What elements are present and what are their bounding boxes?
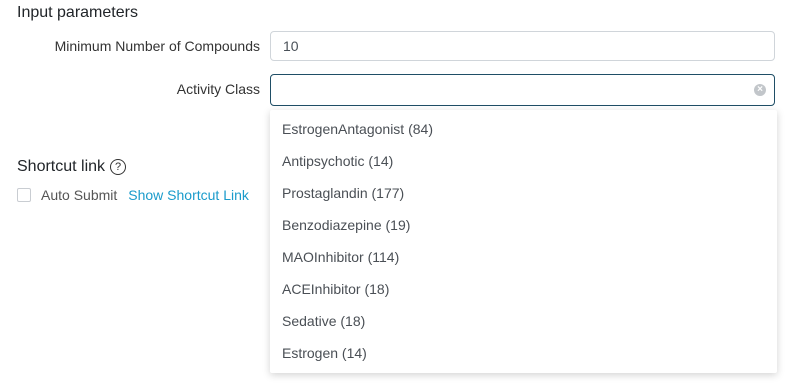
shortcut-link-heading: Shortcut link ? (17, 157, 127, 177)
dropdown-option[interactable]: EstrogenAntagonist (84) (270, 113, 777, 145)
help-icon[interactable]: ? (110, 159, 127, 175)
auto-submit-label: Auto Submit (41, 187, 118, 203)
min-compounds-input[interactable] (270, 31, 775, 61)
activity-class-dropdown: EstrogenAntagonist (84) Antipsychotic (1… (270, 110, 777, 373)
dropdown-option[interactable]: Sedative (18) (270, 305, 777, 337)
dropdown-option[interactable]: Prostaglandin (177) (270, 177, 777, 209)
page: Input parameters Minimum Number of Compo… (0, 0, 792, 388)
shortcut-link-title: Shortcut link (17, 158, 106, 175)
dropdown-option[interactable]: ACEInhibitor (18) (270, 273, 777, 305)
activity-class-label: Activity Class (176, 81, 260, 97)
dropdown-option[interactable]: Antipsychotic (14) (270, 145, 777, 177)
dropdown-option[interactable]: Benzodiazepine (19) (270, 209, 777, 241)
auto-submit-checkbox[interactable] (17, 188, 31, 202)
input-parameters-heading: Input parameters (17, 4, 138, 21)
shortcut-row: Auto Submit Show Shortcut Link (17, 187, 249, 203)
clear-icon[interactable]: × (754, 84, 766, 96)
activity-class-input[interactable] (270, 74, 775, 106)
dropdown-option[interactable]: MAOInhibitor (114) (270, 241, 777, 273)
dropdown-option[interactable]: Estrogen (14) (270, 337, 777, 369)
show-shortcut-link[interactable]: Show Shortcut Link (128, 187, 249, 203)
min-compounds-label: Minimum Number of Compounds (54, 38, 260, 54)
